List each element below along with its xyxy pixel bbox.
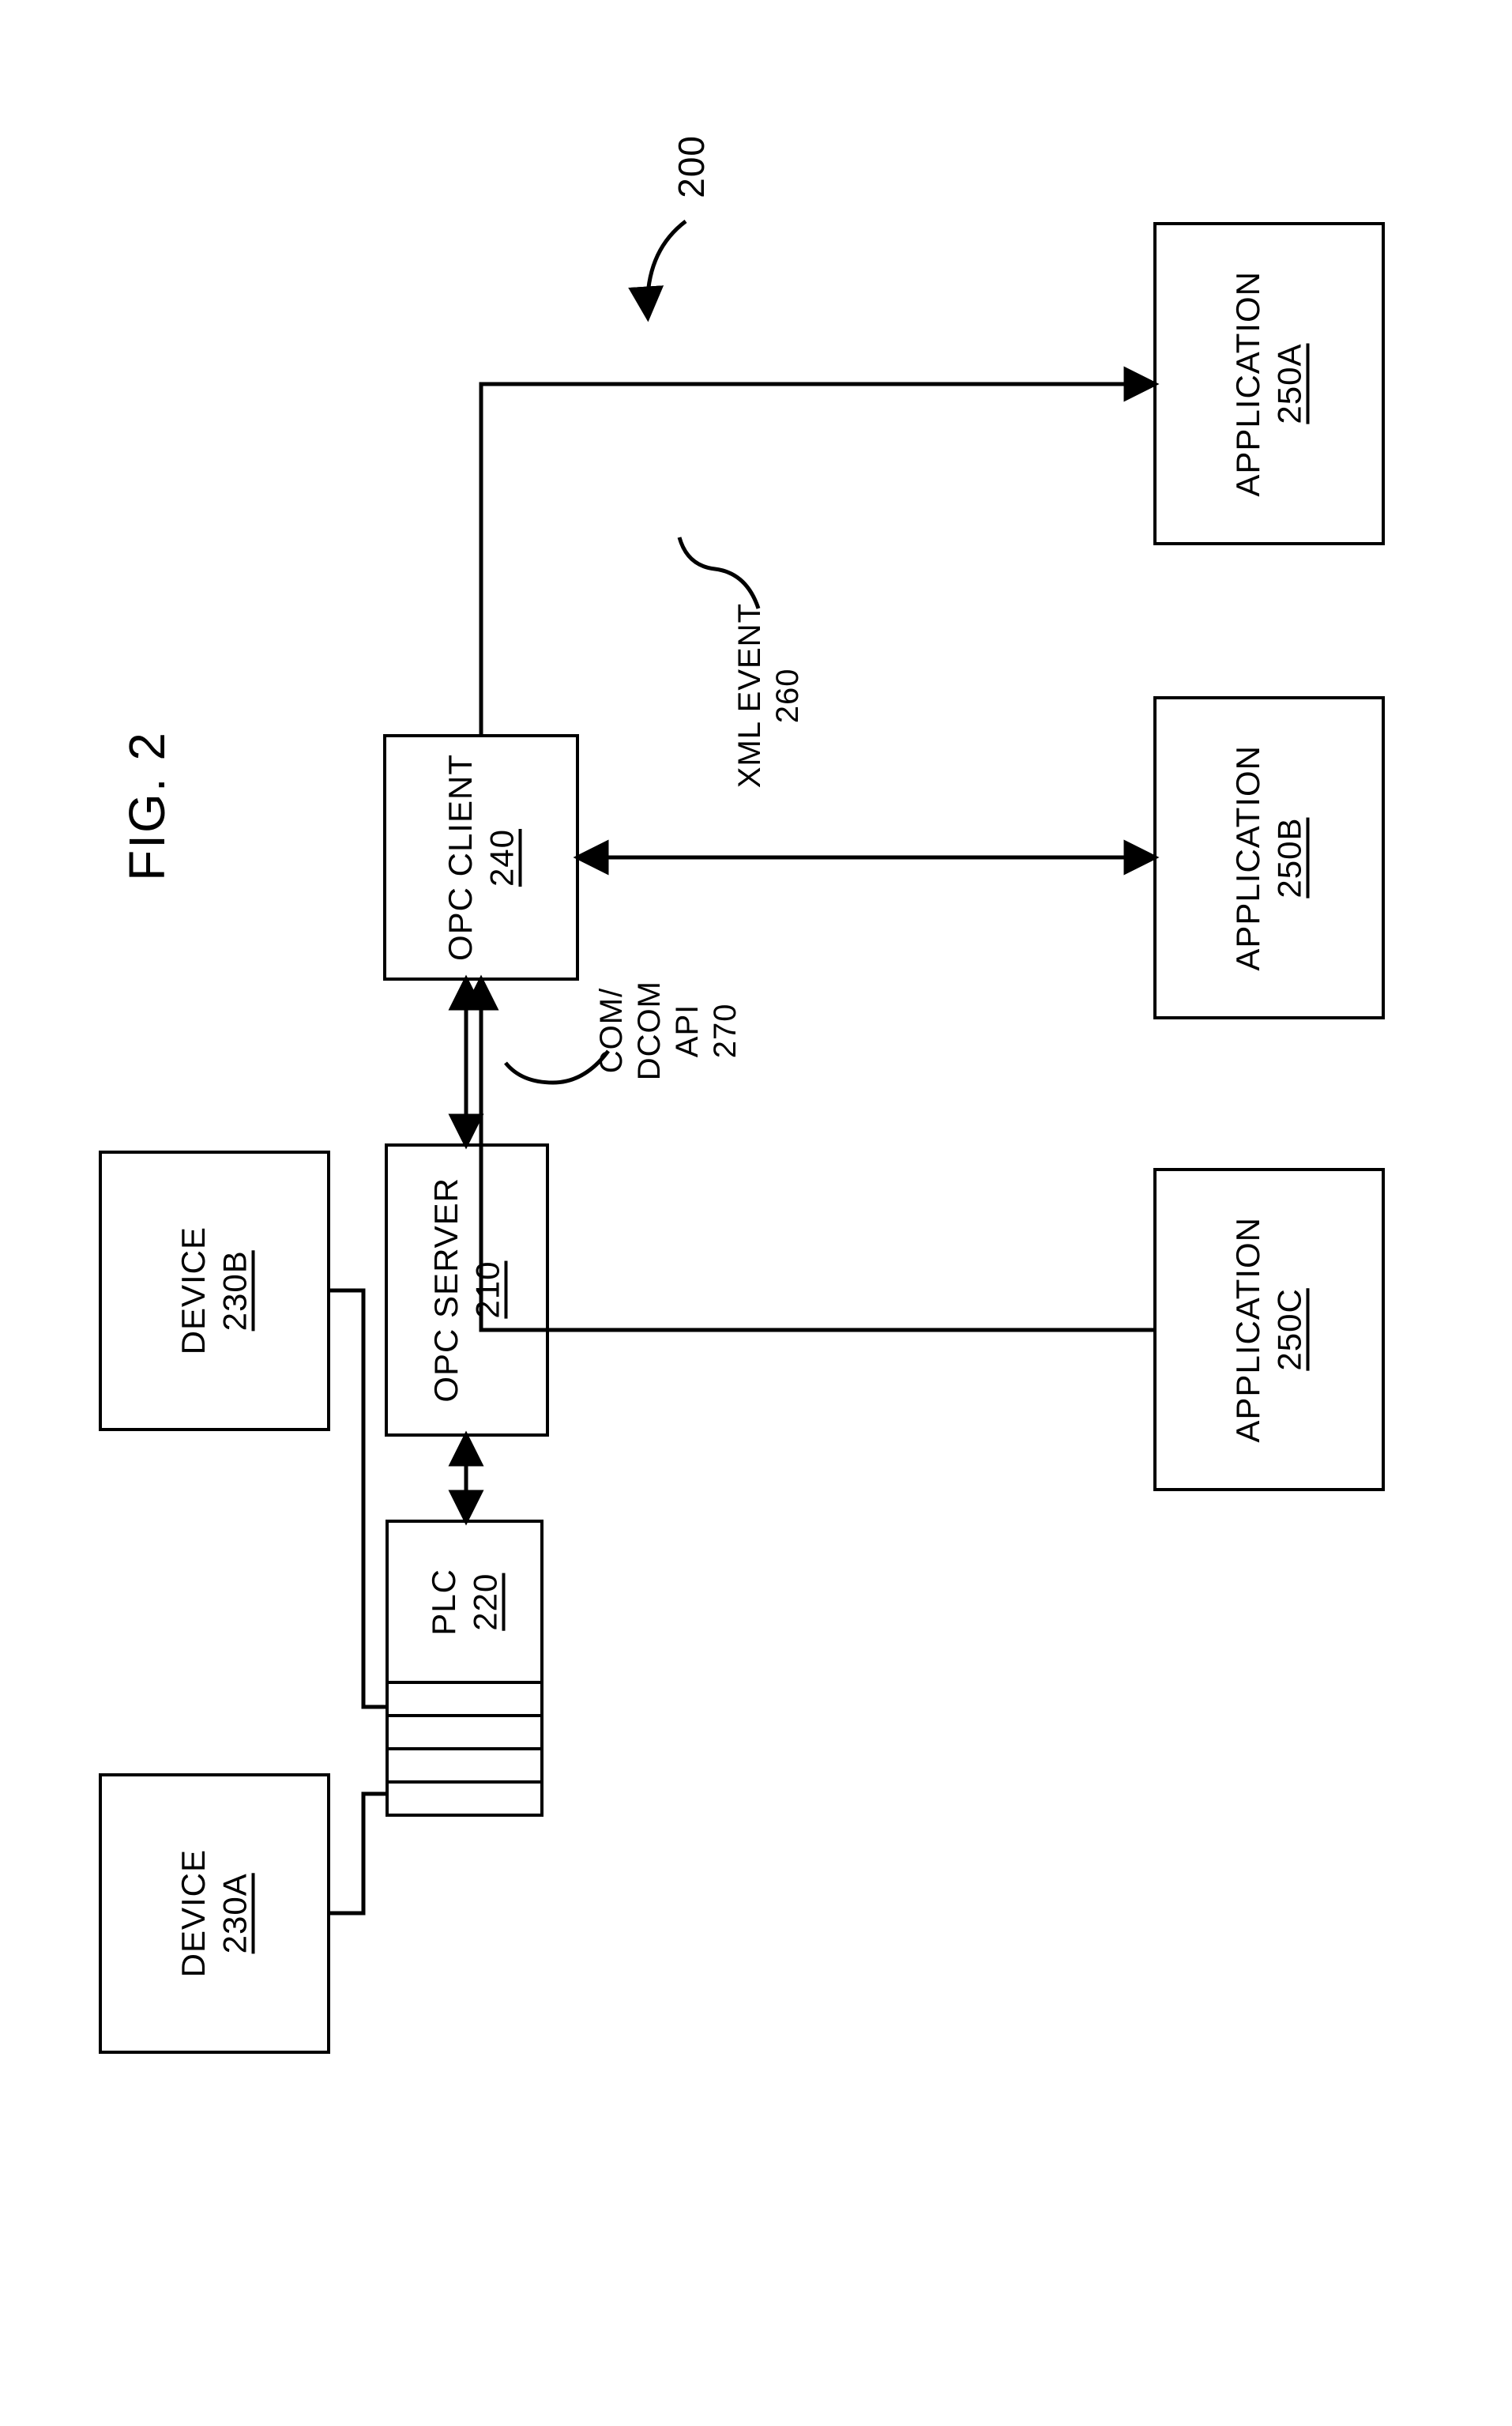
figure-caption: FIG. 2 xyxy=(118,731,176,881)
application-b-ref: 250B xyxy=(1271,817,1308,898)
figure-ref-label: 200 xyxy=(670,135,713,198)
application-b-box: APPLICATION 250B xyxy=(1153,696,1385,1019)
device-b-ref: 230B xyxy=(216,1250,254,1331)
opc-server-title: OPC SERVER xyxy=(427,1177,465,1403)
diagram-figure: 200 DEVICE 230A DEVICE 230B PLC 220 OPC … xyxy=(0,0,1512,2426)
device-b-box: DEVICE 230B xyxy=(99,1151,330,1431)
device-a-ref: 230A xyxy=(216,1873,254,1953)
opc-client-ref: 240 xyxy=(483,828,520,886)
plc-box: PLC 220 xyxy=(386,1520,543,1684)
opc-server-ref: 210 xyxy=(468,1261,506,1319)
xml-event-ref: 260 xyxy=(770,668,805,723)
com-dcom-api-ref: 270 xyxy=(708,1003,743,1058)
opc-client-title: OPC CLIENT xyxy=(442,754,479,961)
device-a-title: DEVICE xyxy=(175,1849,212,1977)
device-b-title: DEVICE xyxy=(175,1226,212,1354)
opc-server-box: OPC SERVER 210 xyxy=(385,1143,549,1437)
plc-title: PLC xyxy=(425,1569,462,1636)
application-a-ref: 250A xyxy=(1271,343,1308,424)
opc-client-box: OPC CLIENT 240 xyxy=(383,734,579,981)
application-b-title: APPLICATION xyxy=(1229,745,1266,971)
xml-event-label: XML EVENT 260 xyxy=(731,603,807,788)
application-a-title: APPLICATION xyxy=(1229,271,1266,497)
application-c-box: APPLICATION 250C xyxy=(1153,1168,1385,1491)
application-c-ref: 250C xyxy=(1271,1288,1308,1370)
device-a-box: DEVICE 230A xyxy=(99,1773,330,2054)
plc-ref: 220 xyxy=(466,1573,503,1630)
plc-slots xyxy=(386,1684,543,1817)
application-a-box: APPLICATION 250A xyxy=(1153,222,1385,545)
application-c-title: APPLICATION xyxy=(1229,1217,1266,1443)
com-dcom-api-label: COM/ DCOM API 270 xyxy=(592,981,735,1080)
